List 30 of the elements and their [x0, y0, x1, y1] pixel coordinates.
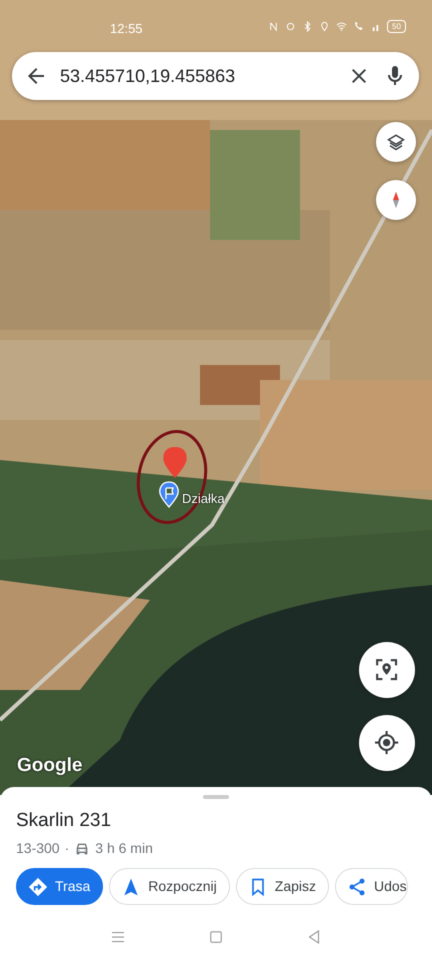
my-location-icon	[374, 730, 400, 756]
drag-handle[interactable]	[203, 795, 229, 799]
status-time: 12:55	[110, 20, 143, 38]
separator-dot: ·	[64, 839, 70, 858]
home-icon[interactable]	[207, 928, 225, 946]
phone-icon	[353, 21, 364, 32]
map-pin-icon	[163, 447, 187, 478]
action-button[interactable]: Zapisz	[236, 868, 329, 905]
place-title: Skarlin 231	[16, 809, 112, 833]
flag-pin-icon	[159, 481, 179, 508]
location-search-icon	[374, 657, 400, 683]
battery-level: 50	[387, 20, 406, 33]
location-icon	[319, 21, 330, 32]
directions-icon	[28, 876, 48, 896]
postal-code: 13-300	[16, 839, 60, 858]
search-bar[interactable]: 53.455710,19.455863	[12, 52, 419, 100]
action-button[interactable]: Rozpocznij	[109, 868, 230, 905]
nfc-icon	[268, 21, 279, 32]
car-icon	[74, 840, 90, 856]
travel-time: 3 h 6 min	[95, 839, 153, 858]
share-icon	[347, 876, 367, 896]
bluetooth-icon	[302, 21, 313, 32]
wifi-icon	[336, 21, 347, 32]
map-logo: Google	[17, 754, 82, 778]
action-button[interactable]: Udos	[335, 868, 408, 905]
layers-icon	[387, 133, 405, 151]
action-button[interactable]: Trasa	[16, 868, 104, 905]
satellite-map-drawing[interactable]	[0, 0, 432, 795]
place-label: Działka	[182, 490, 225, 508]
search-query: 53.455710,19.455863	[60, 64, 236, 88]
